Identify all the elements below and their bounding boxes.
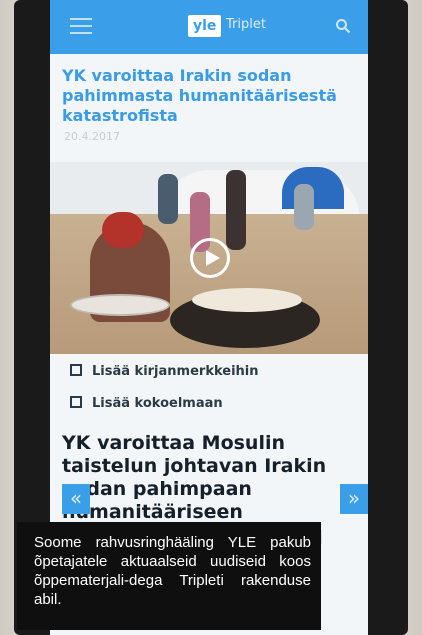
bookmark-icon (70, 364, 82, 376)
search-icon[interactable] (335, 18, 351, 34)
next-button[interactable]: » (340, 484, 368, 514)
collection-label: Lisää kokoelmaan (92, 396, 223, 411)
app-brand: Triplet (226, 17, 266, 32)
photo-background: yle Triplet YK varoittaa Irakin sodan pa… (0, 0, 422, 635)
child-figure (158, 174, 178, 224)
child-figure (226, 170, 246, 250)
menu-icon[interactable] (70, 18, 92, 34)
next-article-headline[interactable]: YK varoittaa Mosulin taistelun johtavan … (62, 432, 362, 524)
article-date: 20.4.2017 (64, 130, 120, 143)
play-icon[interactable] (190, 238, 230, 278)
headscarf (102, 212, 144, 248)
photo-caption: Soome rahvusringhääling YLE pakub õpetaj… (17, 522, 321, 630)
collection-icon (70, 396, 82, 408)
bookmark-button[interactable]: Lisää kirjanmerkkeihin (70, 364, 259, 379)
child-figure (294, 184, 314, 230)
video-thumbnail[interactable] (50, 162, 368, 354)
app-bar: yle Triplet (50, 0, 368, 54)
previous-button[interactable]: « (62, 484, 90, 514)
dough-plate (70, 294, 170, 316)
article-headline[interactable]: YK varoittaa Irakin sodan pahimmasta hum… (62, 66, 362, 126)
yle-logo: yle (188, 15, 222, 37)
add-collection-button[interactable]: Lisää kokoelmaan (70, 396, 223, 411)
bookmark-label: Lisää kirjanmerkkeihin (92, 364, 259, 379)
flatbread (192, 288, 302, 312)
